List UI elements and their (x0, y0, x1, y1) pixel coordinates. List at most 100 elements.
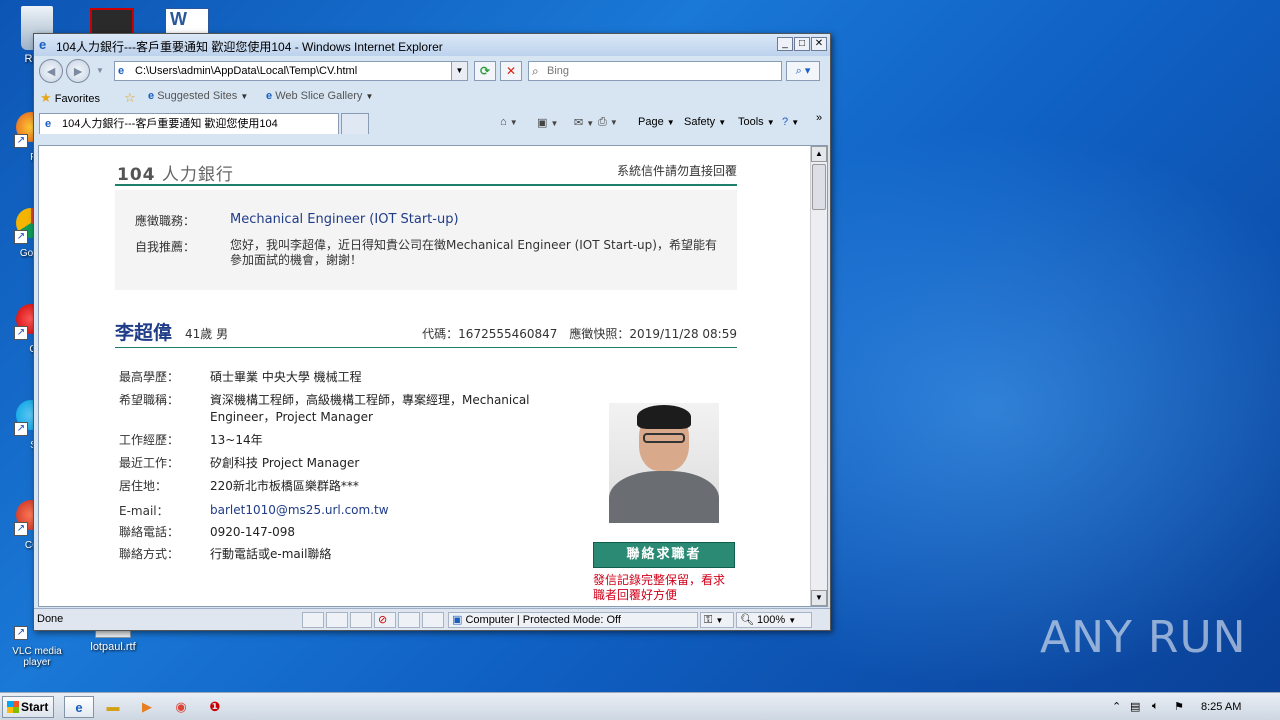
ie-page-icon: e (266, 90, 273, 102)
media-player-icon: ▶ (142, 699, 152, 714)
job-value: Mechanical Engineer (IOT Start-up) (230, 212, 459, 227)
feeds-button[interactable]: ▣ ▼ (537, 116, 558, 129)
info-value: 資深機構工程師，高級機構工程師，專案經理，Mechanical Engineer… (210, 393, 530, 424)
search-input[interactable] (547, 63, 777, 79)
title-bar[interactable]: e 104人力銀行---客戶重要通知 歡迎您使用104 - Windows In… (34, 34, 830, 56)
taskbar-media-player-button[interactable]: ▶ (132, 696, 162, 718)
scroll-up-icon[interactable]: ▲ (811, 146, 827, 162)
ie-page-icon: e (148, 90, 155, 102)
shortcut-arrow-icon: ↗ (14, 626, 28, 640)
volume-icon[interactable]: 🔈︎ (1152, 700, 1159, 713)
scroll-down-icon[interactable]: ▼ (811, 590, 827, 606)
search-button[interactable]: ⌕ ▾ (786, 61, 820, 81)
contact-candidate-button[interactable]: 聯絡求職者 (593, 542, 735, 568)
zoom-icon: 🔍︎ (740, 614, 754, 626)
taskbar-explorer-button[interactable]: ▬ (98, 696, 128, 718)
status-pane (422, 612, 444, 628)
shortcut-arrow-icon: ↗ (14, 134, 28, 148)
dropdown-icon: ▼ (365, 92, 374, 101)
suggested-sites-label: Suggested Sites (157, 90, 238, 102)
address-dropdown-icon[interactable]: ▼ (451, 62, 467, 80)
taskbar-ie-button[interactable]: e (64, 696, 94, 718)
email-page: 104 人力銀行 系統信件請勿直接回覆 應徵職務： Mechanical Eng… (115, 146, 737, 602)
favorites-bar: ★ Favorites ☆ e Suggested Sites ▼ e Web … (34, 84, 830, 110)
page-icon: e (118, 65, 125, 77)
home-icon: ⌂ (500, 116, 507, 128)
protected-mode-button[interactable]: ⚿ ▼ (700, 612, 734, 628)
self-intro-value: 您好，我叫李超偉，近日得知貴公司在徵Mechanical Engineer (I… (230, 238, 717, 267)
clock[interactable]: 8:25 AM (1201, 701, 1241, 713)
info-label: 最高學歷： (119, 370, 180, 384)
chrome-icon: ◉ (175, 699, 187, 714)
status-pane (398, 612, 420, 628)
safety-menu[interactable]: Safety ▼ (684, 116, 726, 128)
status-pane (350, 612, 372, 628)
address-input[interactable] (135, 63, 445, 79)
info-label: E-mail： (119, 504, 169, 518)
candidate-code: 代碼：1672555460847 應徵快照：2019/11/28 08:59 (422, 327, 737, 341)
suggested-sites-link[interactable]: e Suggested Sites ▼ (148, 90, 248, 102)
no-reply-notice: 系統信件請勿直接回覆 (616, 164, 737, 178)
taskbar-security-app-button[interactable]: ❶ (200, 696, 230, 718)
zoom-level[interactable]: 🔍︎ 100% ▼ (736, 612, 812, 628)
application-summary: 應徵職務： Mechanical Engineer (IOT Start-up)… (115, 190, 737, 290)
lock-icon: ⚿ (704, 614, 713, 626)
address-bar[interactable]: e ▼ (114, 61, 468, 81)
email-link[interactable]: barlet1010@ms25.url.com.tw (210, 502, 570, 519)
shortcut-arrow-icon: ↗ (14, 522, 28, 536)
recent-pages-dropdown-icon[interactable]: ▼ (96, 66, 104, 75)
maximize-button[interactable]: □ (794, 37, 810, 51)
header-row: 104 人力銀行 系統信件請勿直接回覆 (115, 146, 737, 186)
new-tab-button[interactable] (341, 113, 369, 134)
logo-number: 104 (117, 165, 156, 185)
stop-button[interactable]: ✕ (500, 61, 522, 81)
status-pane (302, 612, 324, 628)
show-hidden-icons[interactable]: ⌃ (1112, 700, 1121, 713)
favorites-label: Favorites (54, 93, 100, 105)
anyrun-watermark: ANY RUN (1040, 612, 1247, 663)
page-menu[interactable]: Page ▼ (638, 116, 675, 128)
tab-title: 104人力銀行---客戶重要通知 歡迎您使用104 (62, 118, 278, 130)
home-button[interactable]: ⌂ ▼ (500, 116, 518, 128)
action-center-flag-icon[interactable]: ⚑ (1174, 700, 1184, 713)
print-button[interactable]: ⎙ ▼ (598, 116, 618, 129)
scroll-thumb[interactable] (812, 164, 826, 210)
lotpaul-label: lotpaul.rtf (90, 641, 136, 653)
read-mail-button[interactable]: ✉ ▼ (574, 116, 594, 129)
taskbar-chrome-button[interactable]: ◉ (166, 696, 196, 718)
forward-button[interactable]: ► (66, 59, 90, 83)
printer-icon: ⎙ (598, 116, 607, 128)
vertical-scrollbar[interactable]: ▲ ▼ (810, 146, 827, 606)
web-slice-gallery-link[interactable]: e Web Slice Gallery ▼ (266, 90, 373, 102)
refresh-button[interactable]: ⟳ (474, 61, 496, 81)
ie-window[interactable]: e 104人力銀行---客戶重要通知 歡迎您使用104 - Windows In… (33, 33, 831, 631)
start-button[interactable]: Start (2, 696, 54, 718)
info-value: 13~14年 (210, 433, 263, 447)
minimize-button[interactable]: _ (777, 37, 793, 51)
status-text: Done (37, 613, 64, 625)
info-value: 220新北市板橋區樂群路*** (210, 479, 359, 493)
info-label: 希望職稱： (119, 393, 180, 407)
job-label: 應徵職務： (135, 214, 196, 228)
help-button[interactable]: ? ▼ (782, 116, 799, 128)
vlc-label: VLC media player (12, 646, 62, 668)
close-button[interactable]: ✕ (811, 37, 827, 51)
info-value: 矽創科技 Project Manager (210, 456, 360, 470)
zoom-text: 100% (757, 614, 786, 626)
search-box[interactable]: ⌕ (528, 61, 782, 81)
add-to-favorites-button[interactable]: ☆ (124, 90, 136, 106)
info-label: 工作經歷： (119, 433, 180, 447)
info-label: 聯絡電話： (119, 525, 180, 539)
blocked-content-icon[interactable]: ⊘ (374, 612, 396, 628)
candidate-age-gender: 41歲 男 (185, 327, 229, 341)
favorites-button[interactable]: ★ Favorites (40, 90, 100, 106)
back-button[interactable]: ◄ (39, 59, 63, 83)
more-commands-icon[interactable]: » (816, 112, 822, 124)
alert-icon: ❶ (209, 699, 221, 714)
info-value: 0920-147-098 (210, 525, 296, 539)
tab-active[interactable]: e 104人力銀行---客戶重要通知 歡迎您使用104 (39, 113, 339, 134)
info-label: 最近工作： (119, 456, 180, 470)
network-icon[interactable]: ▤ (1130, 700, 1140, 713)
security-zone[interactable]: ▣ Computer | Protected Mode: Off (448, 612, 698, 628)
tools-menu[interactable]: Tools ▼ (738, 116, 775, 128)
